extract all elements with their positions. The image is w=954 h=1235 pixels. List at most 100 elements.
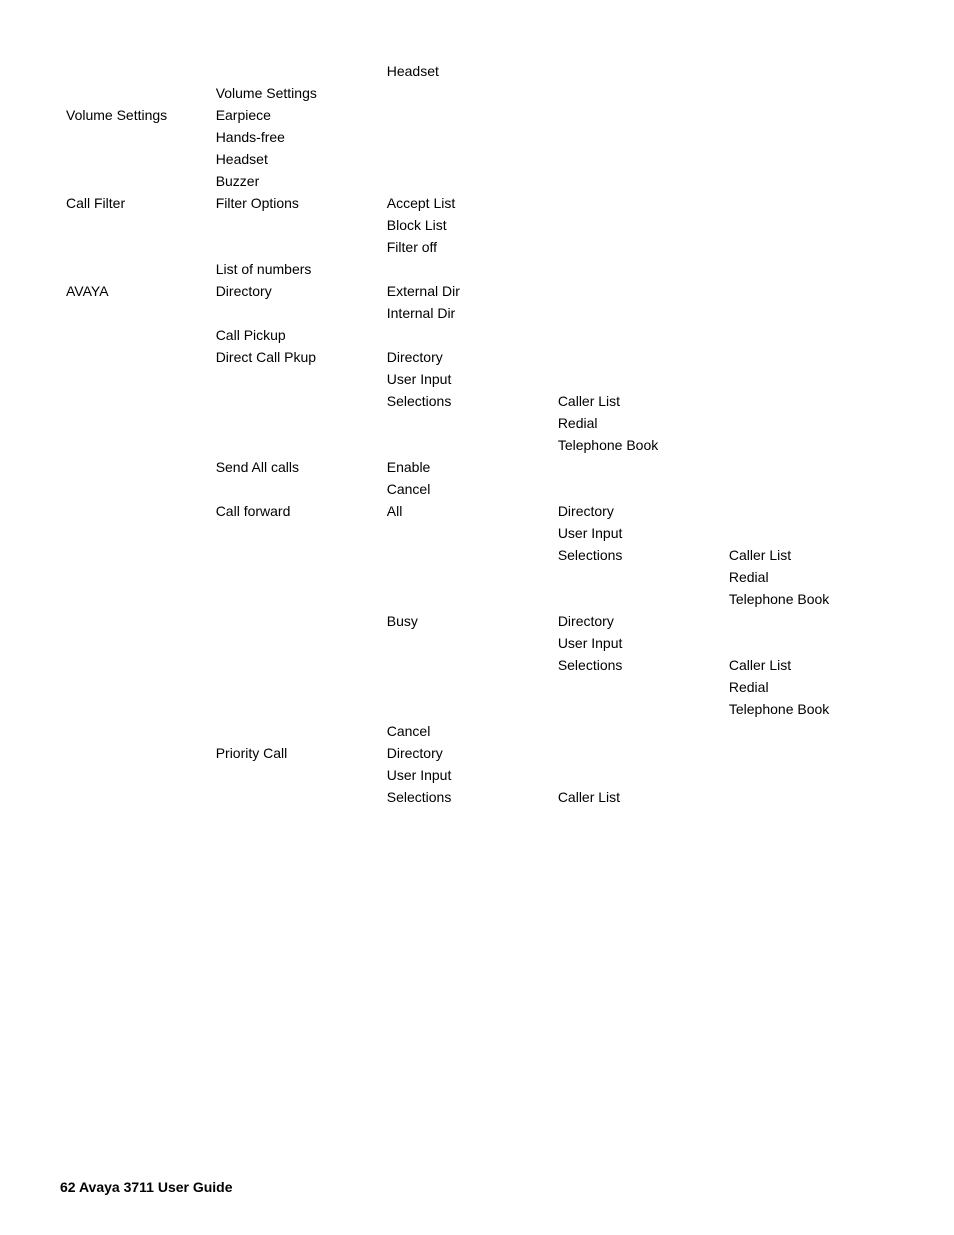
table-cell-col4	[552, 478, 723, 500]
table-cell-col5	[723, 368, 894, 390]
table-cell-col1	[60, 60, 210, 82]
table-cell-col2	[210, 478, 381, 500]
table-cell-col1	[60, 632, 210, 654]
table-row: Headset	[60, 148, 894, 170]
table-cell-col5: Caller List	[723, 544, 894, 566]
table-cell-col3: Cancel	[381, 720, 552, 742]
table-cell-col1	[60, 698, 210, 720]
table-cell-col3: Selections	[381, 390, 552, 412]
table-cell-col5	[723, 742, 894, 764]
table-cell-col5	[723, 720, 894, 742]
table-cell-col5	[723, 104, 894, 126]
table-row: User Input	[60, 764, 894, 786]
table-cell-col1	[60, 324, 210, 346]
table-cell-col1	[60, 170, 210, 192]
content-table: HeadsetVolume SettingsVolume SettingsEar…	[60, 60, 894, 808]
table-cell-col4	[552, 60, 723, 82]
table-cell-col1	[60, 742, 210, 764]
table-cell-col4	[552, 368, 723, 390]
table-cell-col5	[723, 126, 894, 148]
table-row: List of numbers	[60, 258, 894, 280]
table-cell-col2: Headset	[210, 148, 381, 170]
table-row: User Input	[60, 368, 894, 390]
table-cell-col3: Filter off	[381, 236, 552, 258]
table-cell-col5	[723, 412, 894, 434]
table-cell-col5	[723, 456, 894, 478]
table-row: Cancel	[60, 720, 894, 742]
table-cell-col5	[723, 148, 894, 170]
table-cell-col2	[210, 434, 381, 456]
table-cell-col5	[723, 500, 894, 522]
table-cell-col3: Enable	[381, 456, 552, 478]
table-cell-col4	[552, 676, 723, 698]
table-cell-col5	[723, 610, 894, 632]
table-cell-col5	[723, 236, 894, 258]
table-cell-col3: All	[381, 500, 552, 522]
table-cell-col1	[60, 566, 210, 588]
table-cell-col3	[381, 412, 552, 434]
table-cell-col4: Selections	[552, 654, 723, 676]
table-cell-col2: Volume Settings	[210, 82, 381, 104]
table-cell-col1	[60, 456, 210, 478]
table-cell-col2	[210, 214, 381, 236]
table-cell-col1	[60, 522, 210, 544]
table-cell-col3	[381, 324, 552, 346]
table-row: Hands-free	[60, 126, 894, 148]
table-cell-col4	[552, 170, 723, 192]
table-cell-col2: Send All calls	[210, 456, 381, 478]
table-cell-col4	[552, 280, 723, 302]
table-row: User Input	[60, 632, 894, 654]
table-cell-col4	[552, 588, 723, 610]
table-cell-col5	[723, 478, 894, 500]
table-cell-col3	[381, 82, 552, 104]
table-row: BusyDirectory	[60, 610, 894, 632]
table-cell-col3: Directory	[381, 346, 552, 368]
table-cell-col2: Priority Call	[210, 742, 381, 764]
table-cell-col3	[381, 148, 552, 170]
table-cell-col2	[210, 698, 381, 720]
table-cell-col3	[381, 434, 552, 456]
table-cell-col5	[723, 302, 894, 324]
table-row: SelectionsCaller List	[60, 390, 894, 412]
table-cell-col1: Volume Settings	[60, 104, 210, 126]
table-cell-col1	[60, 588, 210, 610]
table-row: Cancel	[60, 478, 894, 500]
table-cell-col5	[723, 346, 894, 368]
table-cell-col2	[210, 60, 381, 82]
table-cell-col1	[60, 148, 210, 170]
table-cell-col2	[210, 412, 381, 434]
table-cell-col4: Caller List	[552, 786, 723, 808]
table-cell-col3: Internal Dir	[381, 302, 552, 324]
table-cell-col3: External Dir	[381, 280, 552, 302]
table-cell-col3	[381, 544, 552, 566]
table-cell-col4: Directory	[552, 610, 723, 632]
table-cell-col3	[381, 104, 552, 126]
table-cell-col2	[210, 610, 381, 632]
table-cell-col3	[381, 676, 552, 698]
table-cell-col1	[60, 544, 210, 566]
table-cell-col3: Directory	[381, 742, 552, 764]
table-cell-col4	[552, 324, 723, 346]
table-cell-col3	[381, 654, 552, 676]
table-cell-col4	[552, 566, 723, 588]
table-cell-col5: Redial	[723, 676, 894, 698]
table-cell-col5	[723, 522, 894, 544]
table-cell-col2	[210, 588, 381, 610]
table-cell-col2: Call Pickup	[210, 324, 381, 346]
table-cell-col3	[381, 632, 552, 654]
table-row: Redial	[60, 566, 894, 588]
table-cell-col4	[552, 764, 723, 786]
table-cell-col4	[552, 302, 723, 324]
table-cell-col5	[723, 324, 894, 346]
table-cell-col4	[552, 236, 723, 258]
table-cell-col1	[60, 500, 210, 522]
table-cell-col3	[381, 170, 552, 192]
table-cell-col2: Hands-free	[210, 126, 381, 148]
table-row: SelectionsCaller List	[60, 544, 894, 566]
table-cell-col1: Call Filter	[60, 192, 210, 214]
table-cell-col4	[552, 148, 723, 170]
table-cell-col1	[60, 82, 210, 104]
table-cell-col3	[381, 522, 552, 544]
table-cell-col5: Redial	[723, 566, 894, 588]
table-row: Telephone Book	[60, 588, 894, 610]
